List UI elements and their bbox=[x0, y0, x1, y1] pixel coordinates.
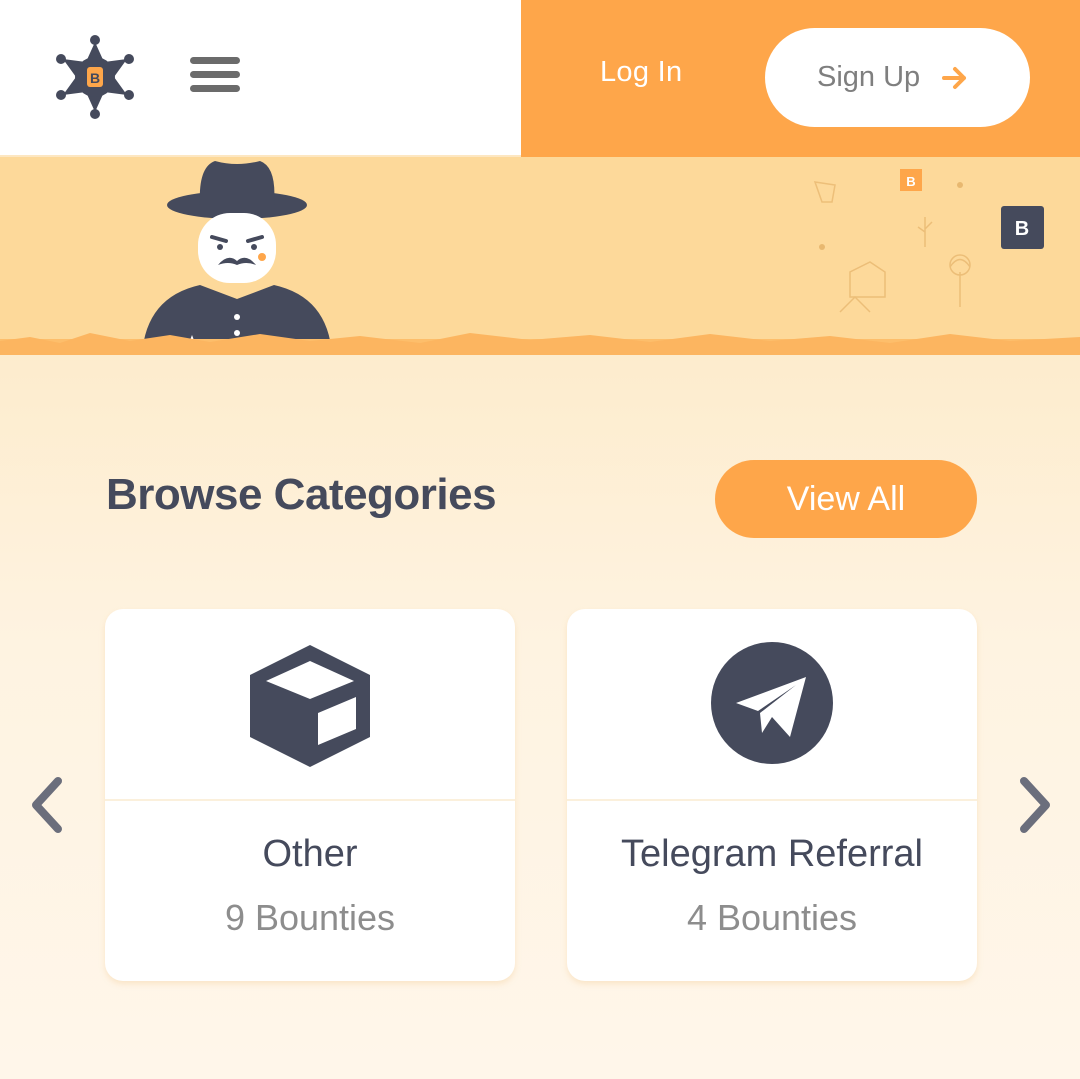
header-right: Log In Sign Up bbox=[521, 0, 1080, 157]
header-left: B bbox=[0, 0, 521, 157]
category-name: Telegram Referral bbox=[621, 833, 923, 875]
login-link[interactable]: Log In bbox=[600, 56, 682, 89]
hero-banner: B B bbox=[0, 157, 1080, 355]
view-all-button[interactable]: View All bbox=[715, 460, 977, 538]
category-card[interactable]: Telegram Referral 4 Bounties bbox=[567, 609, 977, 981]
card-icon-area bbox=[567, 609, 977, 801]
page-title: Browse Categories bbox=[106, 470, 497, 519]
svg-text:B: B bbox=[90, 70, 100, 86]
sheriff-badge-icon[interactable]: B bbox=[52, 34, 138, 120]
chevron-left-icon[interactable] bbox=[26, 775, 66, 835]
main-content: Browse Categories View All Other 9 Bount… bbox=[0, 355, 1080, 1079]
category-count: 4 Bounties bbox=[686, 897, 858, 938]
western-scene-illustration: B B bbox=[813, 169, 1044, 313]
category-count: 9 Bounties bbox=[224, 897, 396, 938]
chevron-right-icon[interactable] bbox=[1016, 775, 1056, 835]
signup-button[interactable]: Sign Up bbox=[765, 28, 1030, 127]
hamburger-menu-icon[interactable] bbox=[190, 57, 240, 103]
ground-strip bbox=[0, 333, 1080, 355]
sheriff-illustration bbox=[142, 161, 332, 355]
svg-text:B: B bbox=[906, 174, 915, 189]
category-name: Other bbox=[262, 833, 358, 875]
telegram-icon bbox=[711, 642, 833, 764]
box-icon bbox=[250, 645, 370, 767]
category-card[interactable]: Other 9 Bounties bbox=[105, 609, 515, 981]
header: B Log In Sign Up bbox=[0, 0, 1080, 157]
svg-text:B: B bbox=[1015, 218, 1029, 240]
signup-label: Sign Up bbox=[817, 61, 921, 93]
card-icon-area bbox=[105, 609, 515, 801]
arrow-right-icon bbox=[942, 66, 967, 89]
